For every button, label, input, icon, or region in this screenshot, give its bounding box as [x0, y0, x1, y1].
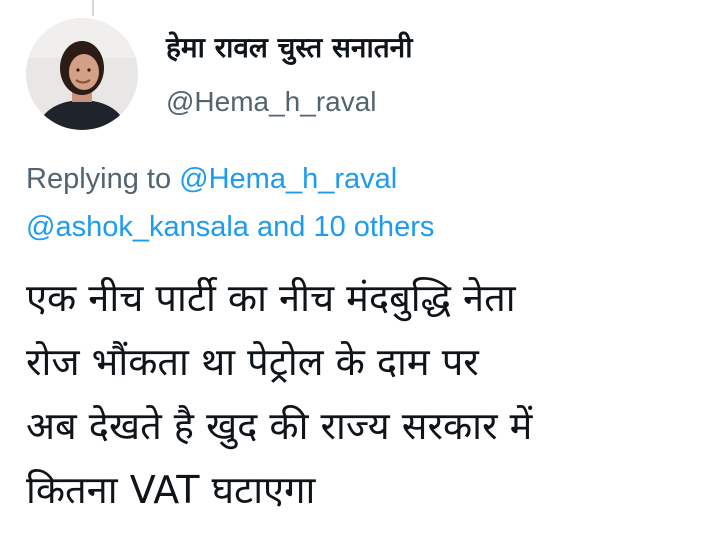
tweet-text-line: रोज भौंकता था पेट्रोल के दाम पर [26, 340, 479, 384]
mention-joiner[interactable]: and [257, 211, 305, 243]
tweet-text-line: कितना VAT घटाएगा [26, 468, 316, 512]
replying-to-label: Replying to [26, 163, 172, 195]
others-link[interactable]: 10 others [313, 211, 434, 243]
avatar[interactable] [26, 18, 138, 130]
tweet-text: एक नीच पार्टी का नीच मंदबुद्धि नेता रोज … [26, 266, 706, 522]
author-display-name[interactable]: हेमा रावल चुस्त सनातनी [166, 28, 412, 68]
reply-mentions-line: @ashok_kansala and 10 others [26, 206, 434, 248]
author-handle[interactable]: @Hema_h_raval [166, 82, 377, 122]
reply-context-line: Replying to @Hema_h_raval [26, 158, 397, 200]
tweet-text-line: अब देखते है खुद की राज्य सरकार में [26, 404, 533, 448]
tweet-text-line: एक नीच पार्टी का नीच मंदबुद्धि नेता [26, 276, 516, 320]
profile-photo-icon [26, 18, 138, 130]
thread-connector-line [92, 0, 94, 16]
mention-link[interactable]: @ashok_kansala [26, 211, 249, 243]
mention-link[interactable]: @Hema_h_raval [179, 163, 397, 195]
